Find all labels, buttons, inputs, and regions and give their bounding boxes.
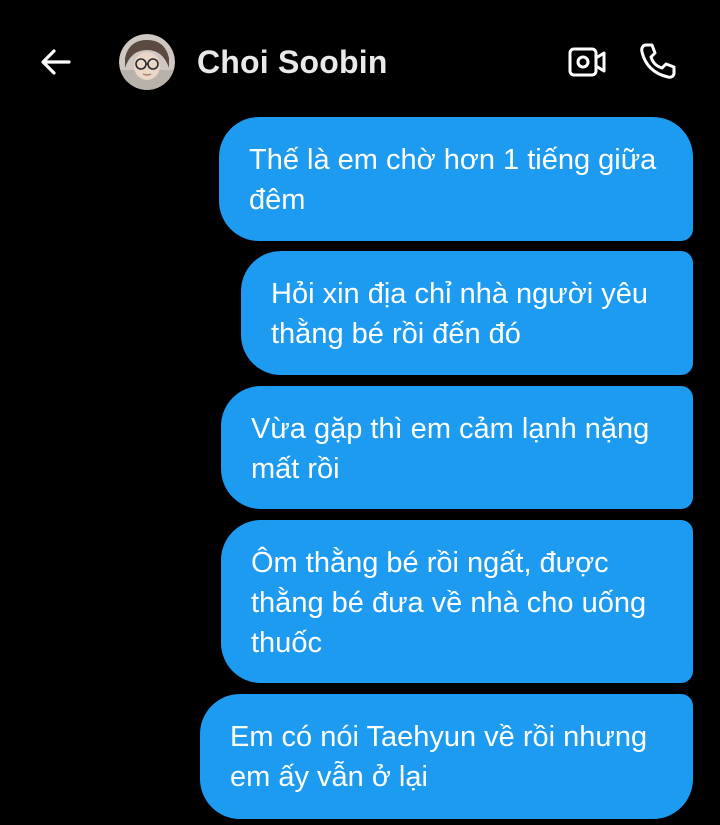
phone-icon bbox=[640, 43, 676, 79]
message-bubble[interactable]: Vừa gặp thì em cảm lạnh nặng mất rồi bbox=[221, 386, 693, 509]
chat-header: Choi Soobin bbox=[0, 0, 720, 110]
contact-name[interactable]: Choi Soobin bbox=[197, 44, 388, 81]
avatar[interactable] bbox=[119, 34, 175, 90]
video-camera-icon bbox=[568, 47, 606, 77]
message-bubble[interactable]: Hỏi xin địa chỉ nhà người yêu thằng bé r… bbox=[241, 251, 693, 375]
arrow-left-icon bbox=[41, 49, 71, 75]
message-bubble[interactable]: Em có nói Taehyun về rồi nhưng em ấy vẫn… bbox=[200, 694, 693, 819]
back-button[interactable] bbox=[36, 42, 76, 82]
message-bubble[interactable]: Ôm thằng bé rồi ngất, được thằng bé đưa … bbox=[221, 520, 693, 683]
video-call-button[interactable] bbox=[566, 44, 608, 80]
voice-call-button[interactable] bbox=[636, 40, 678, 82]
message-bubble[interactable]: Thế là em chờ hơn 1 tiếng giữa đêm bbox=[219, 117, 693, 241]
